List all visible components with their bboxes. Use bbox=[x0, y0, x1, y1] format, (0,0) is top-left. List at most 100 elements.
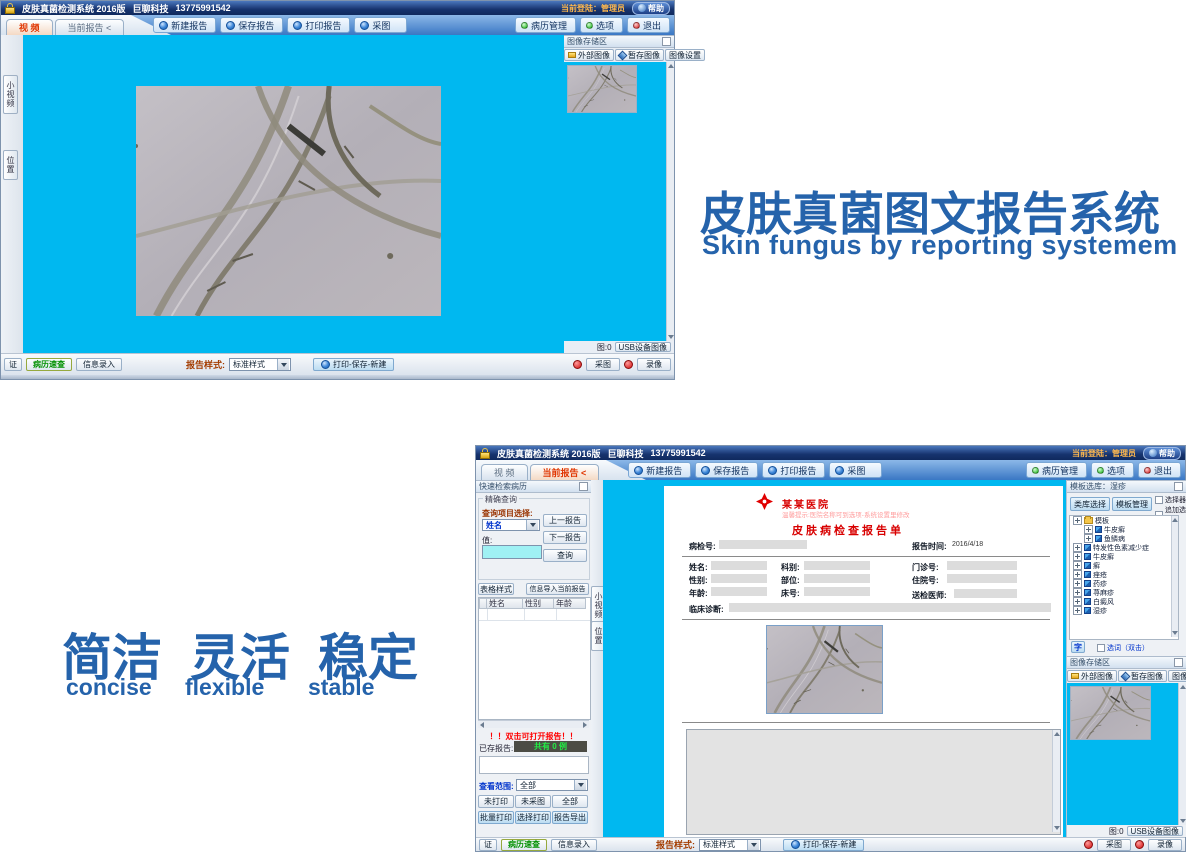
dropdown-arrow-icon[interactable] bbox=[574, 780, 586, 790]
tree-expand-icon[interactable] bbox=[1073, 597, 1082, 606]
new-report-button[interactable]: 新建报告 bbox=[153, 17, 216, 33]
value-input[interactable] bbox=[482, 545, 542, 559]
record-video-button[interactable]: 录像 bbox=[637, 358, 671, 371]
quick-search-button[interactable]: 病历速查 bbox=[501, 839, 547, 851]
tree-expand-icon[interactable] bbox=[1084, 525, 1093, 534]
help-button[interactable]: 帮助 bbox=[1143, 447, 1181, 460]
print-report-button[interactable]: 打印报告 bbox=[762, 462, 825, 478]
exam-no-field[interactable] bbox=[719, 540, 807, 549]
inpatient-no-field[interactable] bbox=[947, 574, 1017, 583]
uncaptured-filter-button[interactable]: 未采图 bbox=[515, 795, 551, 808]
panel-box-icon[interactable] bbox=[579, 482, 588, 491]
external-image-button[interactable]: 外部图像 bbox=[1067, 670, 1117, 682]
records-tab-button[interactable]: 病历管理 bbox=[515, 17, 576, 33]
side-tab-mini-video[interactable]: 小视频 bbox=[3, 75, 18, 114]
patient-table[interactable]: 姓名 性别 年龄 bbox=[478, 597, 591, 720]
records-tab-button[interactable]: 病历管理 bbox=[1026, 462, 1087, 478]
temp-image-button[interactable]: 暂存图像 bbox=[615, 49, 664, 61]
side-tab-position[interactable]: 位置 bbox=[3, 150, 18, 180]
batch-print-button[interactable]: 批量打印 bbox=[478, 811, 514, 824]
thumbnail-image[interactable] bbox=[567, 65, 637, 113]
bed-field[interactable] bbox=[804, 587, 870, 596]
pick-word-checkbox[interactable]: 选词（双击） bbox=[1097, 643, 1149, 653]
tree-expand-icon[interactable] bbox=[1073, 570, 1082, 579]
age-field[interactable] bbox=[711, 587, 767, 596]
report-style-select[interactable]: 标准样式 bbox=[699, 839, 761, 851]
print-report-button[interactable]: 打印报告 bbox=[287, 17, 350, 33]
clinic-no-field[interactable] bbox=[947, 561, 1017, 570]
tree-expand-icon[interactable] bbox=[1073, 561, 1082, 570]
import-to-report-button[interactable]: 信息导入当前报告 bbox=[526, 583, 589, 595]
external-image-button[interactable]: 外部图像 bbox=[564, 49, 614, 61]
tree-expand-icon[interactable] bbox=[1084, 534, 1093, 543]
tree-expand-icon[interactable] bbox=[1073, 516, 1082, 525]
view-range-select[interactable]: 全部 bbox=[516, 779, 588, 791]
quick-search-button[interactable]: 病历速查 bbox=[26, 358, 72, 371]
template-manage-button[interactable]: 模板管理 bbox=[1112, 497, 1152, 511]
scroll-up-icon[interactable] bbox=[1172, 518, 1178, 522]
query-button[interactable]: 查询 bbox=[543, 549, 587, 562]
template-tree[interactable]: 模板 牛皮癣 鱼鳞病 特发性色素减少症 牛皮癣 癣 痤疮 药疹 荨麻疹 白癜风 … bbox=[1069, 515, 1179, 640]
word-button[interactable]: 字 bbox=[1071, 641, 1085, 653]
tree-item[interactable]: 荨麻疹 bbox=[1070, 588, 1178, 597]
scroll-down-icon[interactable] bbox=[1172, 631, 1178, 635]
tree-expand-icon[interactable] bbox=[1073, 588, 1082, 597]
report-style-select[interactable]: 标准样式 bbox=[229, 358, 291, 371]
scroll-up-icon[interactable] bbox=[668, 64, 674, 68]
tree-item[interactable]: 特发性色素减少症 bbox=[1070, 543, 1178, 552]
cert-button[interactable]: 证 bbox=[479, 839, 497, 851]
capture-image-button[interactable]: 采图 bbox=[586, 358, 620, 371]
tree-expand-icon[interactable] bbox=[1073, 552, 1082, 561]
tab-current-report[interactable]: 当前报告 < bbox=[530, 464, 600, 480]
dropdown-arrow-icon[interactable] bbox=[277, 359, 289, 370]
panel-box-icon[interactable] bbox=[1174, 482, 1183, 491]
table-row[interactable] bbox=[479, 609, 590, 621]
text-area-scrollbar[interactable] bbox=[1052, 730, 1060, 832]
next-report-button[interactable]: 下一报告 bbox=[543, 531, 587, 544]
name-field[interactable] bbox=[711, 561, 767, 570]
tree-item[interactable]: 牛皮癣 bbox=[1070, 552, 1178, 561]
report-microscope-image[interactable] bbox=[766, 625, 883, 714]
export-report-button[interactable]: 报告导出 bbox=[552, 811, 588, 824]
tab-video[interactable]: 视 频 bbox=[6, 19, 53, 35]
tree-item[interactable]: 癣 bbox=[1070, 561, 1178, 570]
record-video-button[interactable]: 录像 bbox=[1148, 839, 1182, 851]
image-store-scrollbar[interactable] bbox=[1178, 683, 1186, 825]
options-tab-button[interactable]: 选项 bbox=[1091, 462, 1134, 478]
query-item-select[interactable]: 姓名 bbox=[482, 519, 540, 531]
capture-button[interactable]: 采图 bbox=[354, 17, 407, 33]
exit-tab-button[interactable]: 退出 bbox=[627, 17, 670, 33]
exit-tab-button[interactable]: 退出 bbox=[1138, 462, 1181, 478]
info-entry-button[interactable]: 信息录入 bbox=[76, 358, 122, 371]
selector-checkbox[interactable]: 选择器 bbox=[1155, 495, 1186, 505]
image-store-scrollbar[interactable] bbox=[666, 62, 674, 341]
scroll-down-icon[interactable] bbox=[668, 335, 674, 339]
panel-box-icon[interactable] bbox=[662, 37, 671, 46]
capture-image-button[interactable]: 采图 bbox=[1097, 839, 1131, 851]
table-style-button[interactable]: 表格样式 bbox=[478, 583, 514, 595]
options-tab-button[interactable]: 选项 bbox=[580, 17, 623, 33]
tree-expand-icon[interactable] bbox=[1073, 579, 1082, 588]
table-h-scrollbar[interactable] bbox=[478, 720, 589, 728]
dropdown-arrow-icon[interactable] bbox=[747, 840, 759, 850]
help-button[interactable]: 帮助 bbox=[632, 2, 670, 15]
cert-button[interactable]: 证 bbox=[4, 358, 22, 371]
part-field[interactable] bbox=[804, 574, 870, 583]
scroll-down-icon[interactable] bbox=[1180, 819, 1186, 823]
print-save-new-button[interactable]: 打印-保存-新建 bbox=[783, 839, 864, 851]
all-filter-button[interactable]: 全部 bbox=[552, 795, 588, 808]
save-report-button[interactable]: 保存报告 bbox=[695, 462, 758, 478]
library-select-button[interactable]: 类库选择 bbox=[1070, 497, 1110, 511]
tab-video[interactable]: 视 频 bbox=[481, 464, 528, 480]
doctor-field[interactable] bbox=[954, 589, 1017, 598]
save-report-button[interactable]: 保存报告 bbox=[220, 17, 283, 33]
sex-field[interactable] bbox=[711, 574, 767, 583]
info-entry-button[interactable]: 信息录入 bbox=[551, 839, 597, 851]
scroll-up-icon[interactable] bbox=[1180, 685, 1186, 689]
diagnosis-field[interactable] bbox=[729, 603, 1051, 612]
unprinted-filter-button[interactable]: 未打印 bbox=[478, 795, 514, 808]
tree-item[interactable]: 痤疮 bbox=[1070, 570, 1178, 579]
tree-item[interactable]: 药疹 bbox=[1070, 579, 1178, 588]
tree-expand-icon[interactable] bbox=[1073, 543, 1082, 552]
scroll-down-icon[interactable] bbox=[1054, 826, 1060, 830]
